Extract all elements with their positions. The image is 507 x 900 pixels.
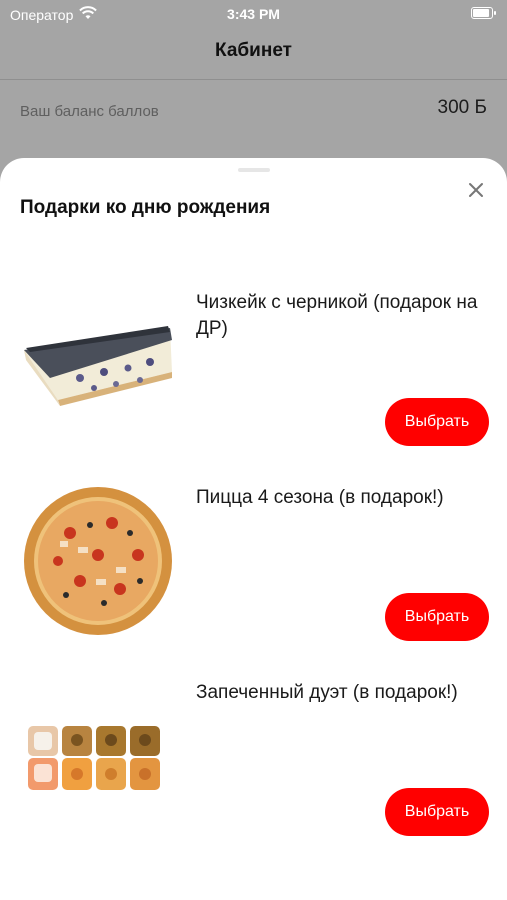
- select-button[interactable]: Выбрать: [385, 398, 489, 446]
- pizza-image: [20, 485, 176, 641]
- gift-item: Чизкейк с черникой (подарок на ДР) Выбра…: [0, 290, 507, 485]
- sheet-grabber[interactable]: [238, 168, 270, 172]
- gift-name: Запеченный дуэт (в подарок!): [196, 682, 458, 703]
- balance-row: Ваш баланс баллов 300 Б: [20, 96, 487, 126]
- close-icon: [469, 183, 483, 197]
- balance-value: 300 Б: [437, 97, 487, 118]
- balance-label: Ваш баланс баллов: [20, 103, 159, 120]
- close-button[interactable]: [462, 176, 490, 204]
- status-time: 3:43 PM: [227, 6, 280, 22]
- gifts-bottom-sheet: Подарки ко дню рождения Чизкейк с черник…: [0, 158, 507, 900]
- select-button[interactable]: Выбрать: [385, 593, 489, 641]
- status-bar: Оператор 3:43 PM: [0, 0, 507, 30]
- gift-item: Запеченный дуэт (в подарок!) Выбрать: [0, 680, 507, 875]
- battery-icon: [471, 7, 496, 19]
- battery-level: [473, 9, 489, 17]
- sheet-title: Подарки ко дню рождения: [20, 197, 271, 218]
- gift-name: Пицца 4 сезона (в подарок!): [196, 487, 444, 508]
- gift-name: Чизкейк с черникой (подарок на ДР): [196, 292, 478, 339]
- gift-item: Пицца 4 сезона (в подарок!) Выбрать: [0, 485, 507, 680]
- sushi-rolls-image: [20, 720, 176, 876]
- cheesecake-image: [20, 308, 176, 464]
- nav-divider: [0, 79, 507, 80]
- page-title: Кабинет: [215, 40, 292, 61]
- select-button[interactable]: Выбрать: [385, 788, 489, 836]
